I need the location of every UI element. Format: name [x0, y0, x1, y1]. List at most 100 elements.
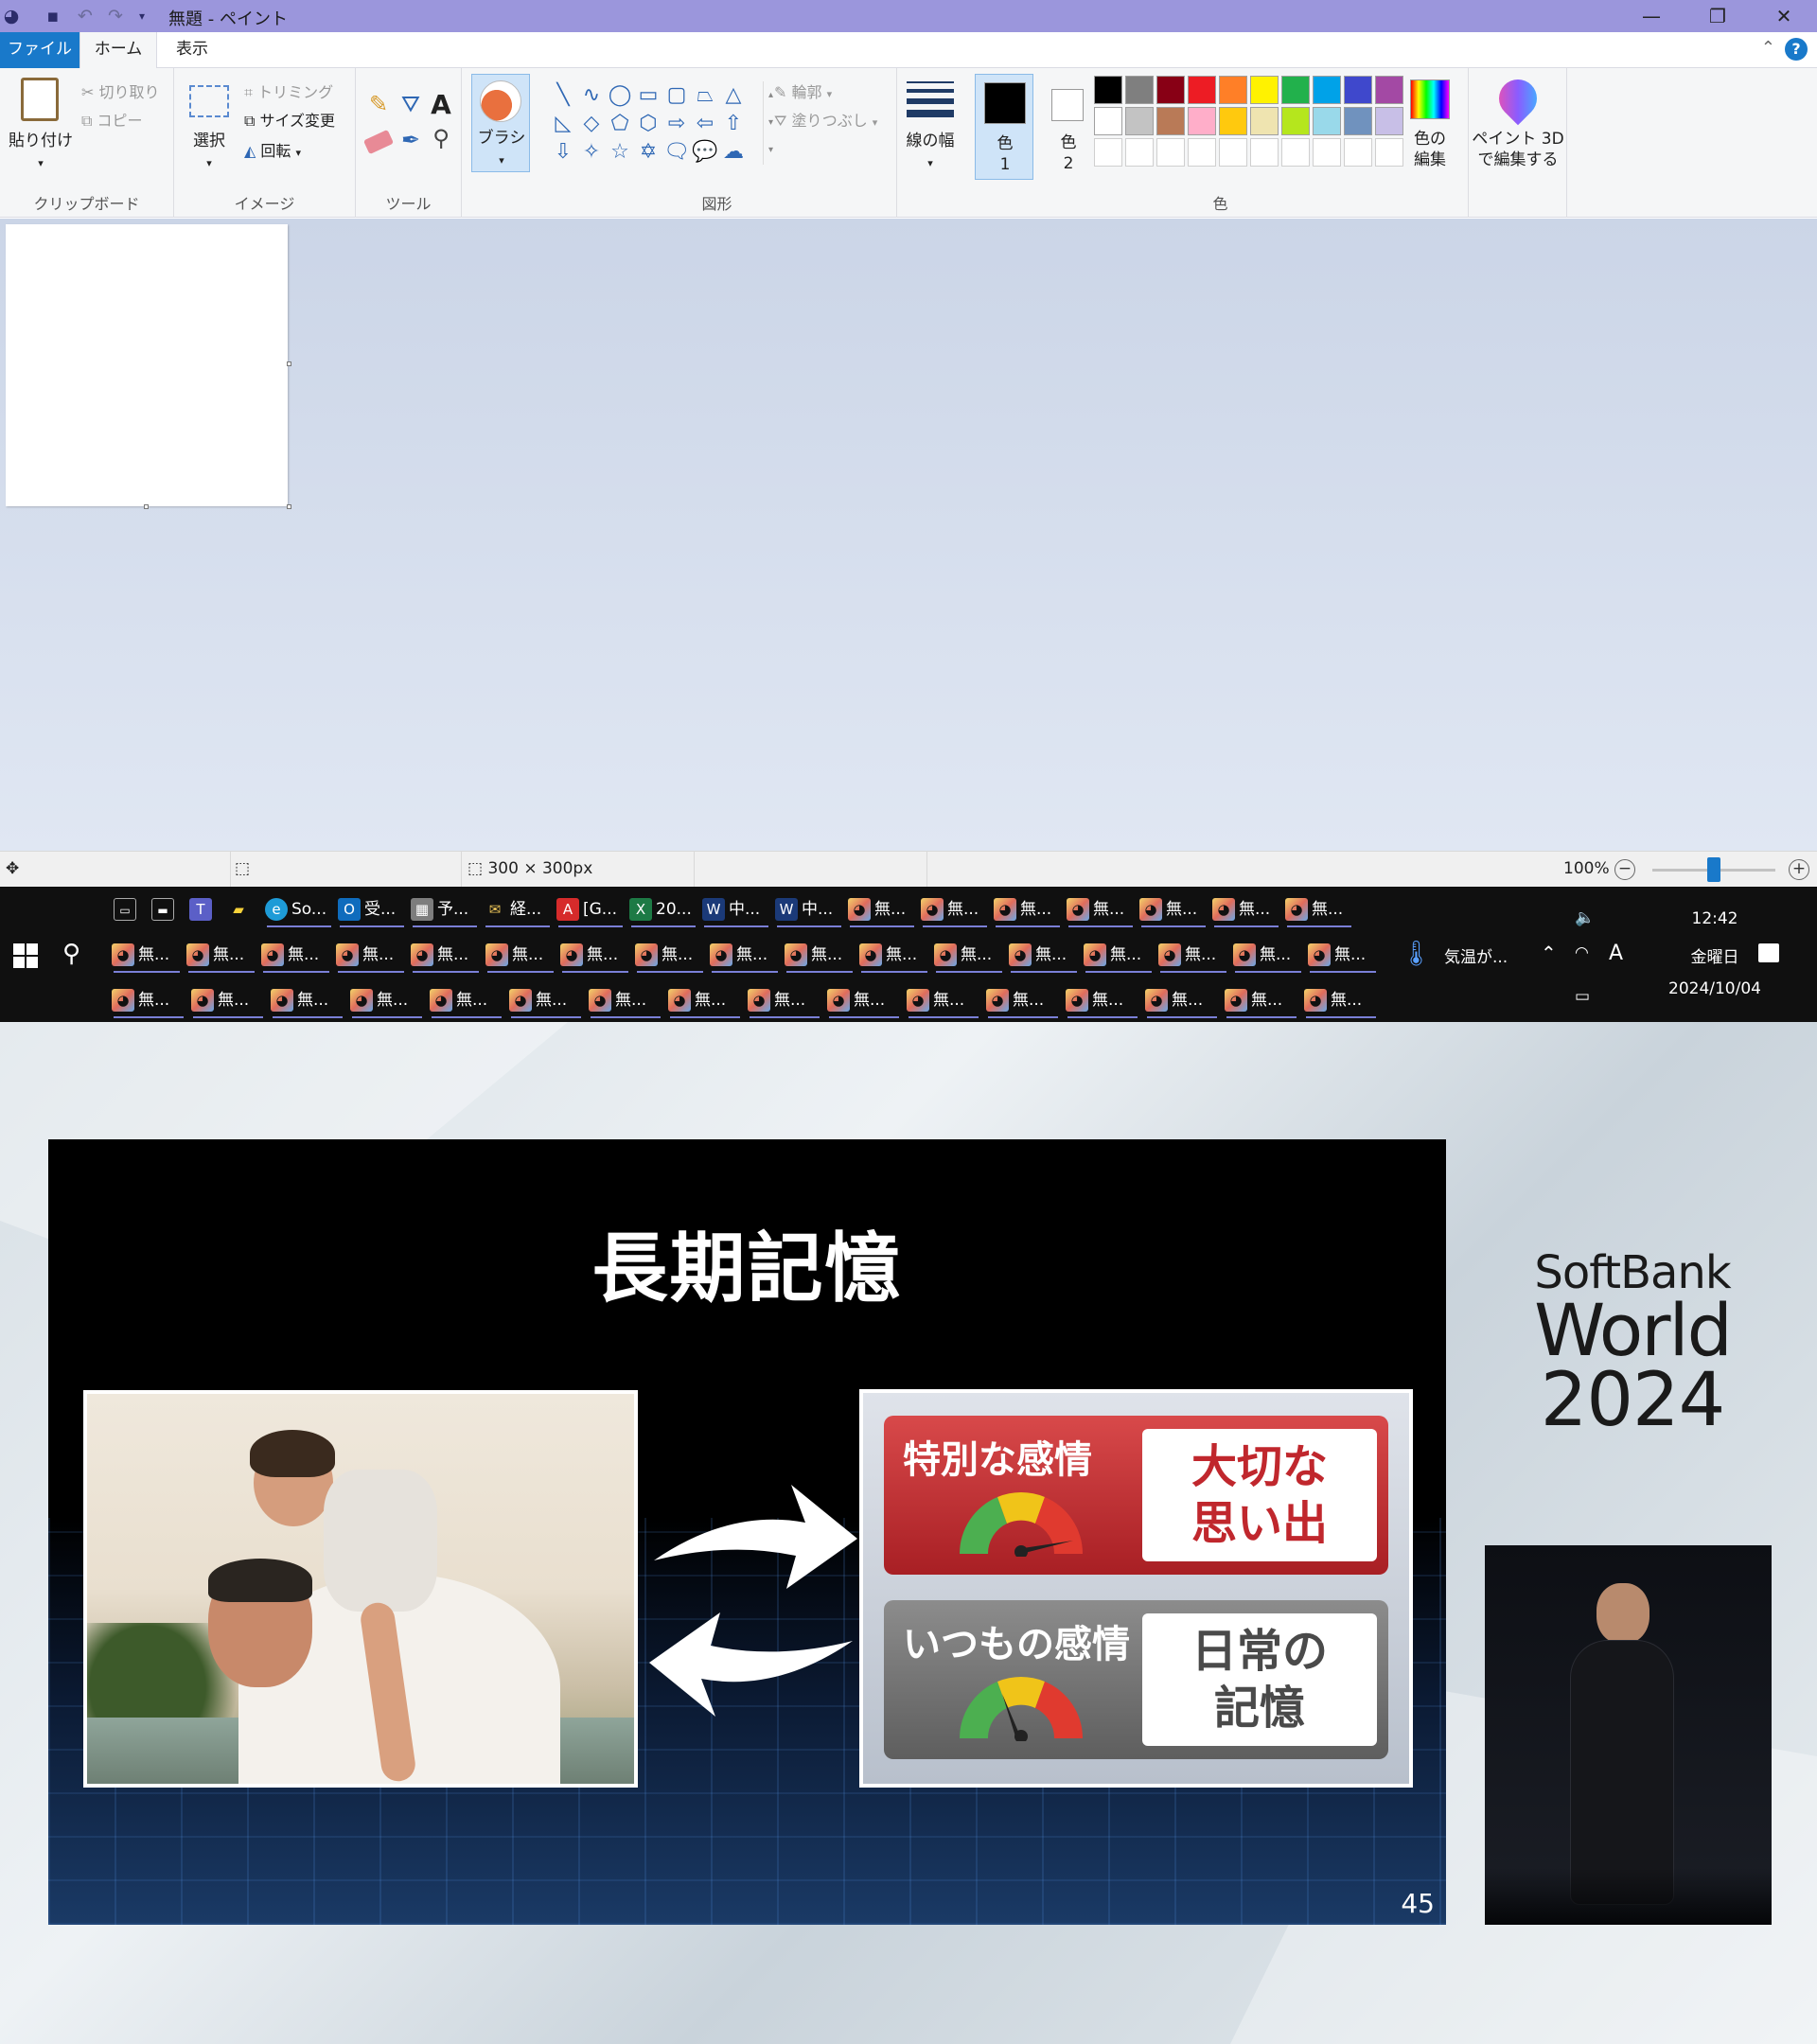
- weather-text[interactable]: 気温が...: [1444, 943, 1508, 967]
- taskbar-button[interactable]: ◕ 無...: [191, 979, 265, 1021]
- restore-button[interactable]: ❐: [1685, 0, 1751, 32]
- customize-toolbar-icon[interactable]: ▾: [131, 5, 153, 27]
- palette-swatch[interactable]: [1188, 107, 1216, 135]
- resize-button[interactable]: ⧉ サイズ変更: [244, 108, 335, 131]
- paint-app-icon[interactable]: ◕: [0, 5, 23, 27]
- taskbar-button[interactable]: A [G...: [556, 889, 625, 930]
- notification-center-icon[interactable]: [1758, 943, 1779, 962]
- taskbar-button[interactable]: ◕ 無...: [1067, 889, 1135, 930]
- oval-shape-icon[interactable]: ◯: [606, 81, 634, 110]
- taskbar-button[interactable]: ◕ 無...: [336, 934, 406, 976]
- taskbar-button[interactable]: ◕ 無...: [848, 889, 916, 930]
- cloud-callout-shape-icon[interactable]: ☁: [719, 138, 748, 167]
- six-point-star-shape-icon[interactable]: ✡: [634, 138, 662, 167]
- palette-swatch[interactable]: [1313, 76, 1341, 104]
- custom-color-slot[interactable]: [1313, 138, 1341, 167]
- palette-swatch[interactable]: [1250, 76, 1279, 104]
- taskbar-button[interactable]: ◕ 無...: [921, 889, 989, 930]
- battery-icon[interactable]: ▭: [1575, 987, 1590, 1006]
- polygon-shape-icon[interactable]: ⏢: [691, 81, 719, 110]
- help-icon[interactable]: ?: [1785, 38, 1808, 61]
- custom-color-slot[interactable]: [1094, 138, 1122, 167]
- custom-color-slot[interactable]: [1375, 138, 1403, 167]
- taskbar-button[interactable]: ◕ 無...: [261, 934, 331, 976]
- palette-swatch[interactable]: [1156, 76, 1185, 104]
- palette-swatch[interactable]: [1281, 107, 1310, 135]
- select-button[interactable]: 選択 ▾: [182, 131, 237, 174]
- custom-color-slot[interactable]: [1344, 138, 1372, 167]
- taskbar-button[interactable]: ◕ 無...: [112, 979, 185, 1021]
- taskbar-button[interactable]: ◕ 無...: [994, 889, 1062, 930]
- resize-handle-right[interactable]: [287, 361, 291, 366]
- taskbar-button[interactable]: ◕ 無...: [1066, 979, 1139, 1021]
- taskbar-button[interactable]: ◕ 無...: [485, 934, 556, 976]
- tray-overflow-icon[interactable]: ⌃: [1541, 942, 1557, 964]
- palette-swatch[interactable]: [1156, 107, 1185, 135]
- resize-handle-corner[interactable]: [287, 504, 291, 509]
- palette-swatch[interactable]: [1375, 76, 1403, 104]
- palette-swatch[interactable]: [1125, 107, 1154, 135]
- pencil-icon[interactable]: ✎: [365, 91, 392, 117]
- wifi-icon[interactable]: ◠: [1575, 943, 1589, 962]
- volume-icon[interactable]: 🔈: [1575, 908, 1595, 927]
- custom-color-slot[interactable]: [1188, 138, 1216, 167]
- taskbar-button[interactable]: ▬: [151, 889, 185, 930]
- paste-icon[interactable]: [21, 78, 59, 121]
- rotate-button[interactable]: ◭ 回転 ▾: [244, 138, 301, 161]
- left-arrow-shape-icon[interactable]: ⇦: [691, 110, 719, 138]
- palette-swatch[interactable]: [1125, 76, 1154, 104]
- taskbar-button[interactable]: ◕ 無...: [350, 979, 424, 1021]
- custom-color-slot[interactable]: [1156, 138, 1185, 167]
- taskbar-button[interactable]: ▭: [114, 889, 148, 930]
- taskbar-button[interactable]: ◕ 無...: [1084, 934, 1154, 976]
- taskbar-button[interactable]: ◕ 無...: [1225, 979, 1298, 1021]
- tab-view[interactable]: 表示: [159, 32, 225, 68]
- canvas-area[interactable]: [0, 219, 1817, 851]
- taskbar-button[interactable]: ◕ 無...: [430, 979, 503, 1021]
- five-point-star-shape-icon[interactable]: ☆: [606, 138, 634, 167]
- clock-time[interactable]: 12:42: [1667, 909, 1762, 928]
- line-width-button[interactable]: 線の幅 ▾: [897, 131, 963, 174]
- undo-icon[interactable]: ↶: [74, 5, 97, 27]
- zoom-out-button[interactable]: −: [1614, 859, 1635, 880]
- pentagon-shape-icon[interactable]: ⬠: [606, 110, 634, 138]
- up-arrow-shape-icon[interactable]: ⇧: [719, 110, 748, 138]
- triangle-shape-icon[interactable]: △: [719, 81, 748, 110]
- taskbar-button[interactable]: e So...: [265, 889, 333, 930]
- start-button[interactable]: [13, 943, 38, 968]
- cut-button[interactable]: ✂ 切り取り: [81, 79, 160, 102]
- taskbar-button[interactable]: X 20...: [629, 889, 697, 930]
- ime-indicator[interactable]: A: [1609, 942, 1623, 965]
- drawing-canvas[interactable]: [6, 224, 288, 506]
- taskbar-button[interactable]: ▰: [227, 889, 261, 930]
- fill-button[interactable]: ⛛ 塗りつぶし ▾: [774, 108, 877, 131]
- taskbar-button[interactable]: ◕ 無...: [668, 979, 742, 1021]
- crop-button[interactable]: ⌗ トリミング: [244, 79, 333, 102]
- tab-home[interactable]: ホーム: [79, 32, 157, 68]
- taskbar-button[interactable]: T: [189, 889, 223, 930]
- palette-swatch[interactable]: [1219, 107, 1247, 135]
- taskbar-button[interactable]: ◕ 無...: [589, 979, 662, 1021]
- taskbar-button[interactable]: ◕ 無...: [907, 979, 980, 1021]
- taskbar-button[interactable]: ◕ 無...: [1212, 889, 1280, 930]
- hexagon-shape-icon[interactable]: ⬡: [634, 110, 662, 138]
- taskbar-button[interactable]: ◕ 無...: [411, 934, 481, 976]
- right-triangle-shape-icon[interactable]: ◺: [549, 110, 577, 138]
- taskbar-button[interactable]: ◕ 無...: [271, 979, 344, 1021]
- line-width-icon[interactable]: [907, 81, 954, 117]
- edit-colors-button[interactable]: 色の 編集: [1401, 129, 1459, 170]
- paste-button[interactable]: 貼り付け ▾: [8, 131, 74, 174]
- taskbar-button[interactable]: ✉ 経...: [484, 889, 552, 930]
- outline-button[interactable]: ✎ 輪郭 ▾: [774, 79, 832, 102]
- save-icon[interactable]: ▪: [42, 5, 64, 27]
- fill-bucket-icon[interactable]: ⛛: [397, 91, 424, 117]
- palette-swatch[interactable]: [1094, 76, 1122, 104]
- line-shape-icon[interactable]: ╲: [549, 81, 577, 110]
- text-tool-icon[interactable]: A: [428, 89, 454, 120]
- diamond-shape-icon[interactable]: ◇: [577, 110, 606, 138]
- clock-date[interactable]: 2024/10/04: [1639, 979, 1791, 998]
- clock-day[interactable]: 金曜日: [1667, 943, 1762, 967]
- select-icon[interactable]: [189, 85, 229, 117]
- palette-swatch[interactable]: [1188, 76, 1216, 104]
- tab-file[interactable]: ファイル: [0, 32, 79, 68]
